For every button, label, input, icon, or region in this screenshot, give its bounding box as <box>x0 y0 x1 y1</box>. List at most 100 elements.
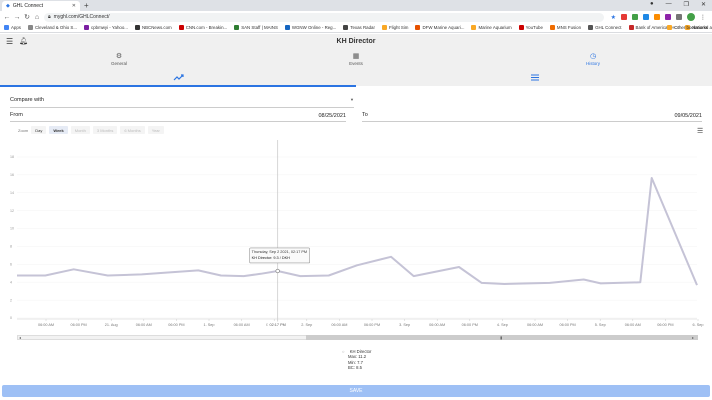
bookmark-item[interactable]: YouTube <box>518 25 543 30</box>
bookmark-item[interactable]: Marine Aquarium <box>471 25 512 30</box>
y-tick-label: 16 <box>10 173 14 177</box>
home-icon[interactable]: ⌂ <box>32 14 42 21</box>
x-tick-label: 06:00 AM <box>136 323 152 327</box>
x-tick-label: 2. Sep <box>301 323 312 327</box>
close-window-icon[interactable]: ✕ <box>701 1 706 8</box>
x-tick-label: 3. Sep <box>399 323 410 327</box>
bookmark-favicon-icon <box>471 25 477 30</box>
compare-with-select[interactable]: Compare with ▼ <box>10 97 354 103</box>
y-tick-label: 4 <box>10 280 12 284</box>
zoom-week-button[interactable]: Week <box>49 126 68 134</box>
close-tab-icon[interactable]: ✕ <box>72 3 76 9</box>
zoom-year-button[interactable]: Year <box>147 126 164 134</box>
puzzle-icon[interactable] <box>676 14 682 20</box>
zoom-6-months-button[interactable]: 6 Months <box>120 126 145 134</box>
other-bookmarks-label: Other bookmarks <box>674 25 708 30</box>
bookmark-favicon-icon <box>628 25 634 30</box>
tab-title: GHL Connect <box>12 3 43 9</box>
extension-icon[interactable] <box>643 14 649 20</box>
history-chart: 0 2 4 6 8 10 12 14 16 18 06:00 AM 06:00 PM 21. Aug 0… <box>10 140 703 328</box>
bookmark-item[interactable]: Flight Sim <box>381 25 408 30</box>
bookmark-favicon-icon <box>178 25 184 30</box>
bookmark-item[interactable]: Cleveland & Ohio S... <box>28 25 77 30</box>
to-date-input[interactable] <box>380 111 702 120</box>
bookmark-item[interactable]: GHL Connect <box>588 25 622 30</box>
zoom-bar: Zoom Day Week Month 3 Months 6 Months Ye… <box>18 126 164 134</box>
y-tick-label: 10 <box>10 227 14 231</box>
tab-chart-view[interactable] <box>172 72 186 82</box>
y-tick-label: 6 <box>10 263 12 267</box>
address-bar[interactable]: 🔒︎ myghl.com/GHLConnect/ <box>44 12 604 22</box>
bookmark-item[interactable]: WGNW Online - Reg... <box>284 25 337 30</box>
minimize-icon[interactable]: — <box>666 1 672 8</box>
scroll-left-arrow-icon[interactable]: ◂ <box>19 335 21 340</box>
bookmarks-bar: Apps Cleveland & Ohio S... cpbmwyi - Yahoo… <box>0 23 712 33</box>
bookmark-item[interactable]: DFW Marine Aquari... <box>415 25 464 30</box>
chart-menu-icon[interactable]: ☰ <box>697 127 703 135</box>
bookmark-item[interactable]: SAN Staff | MAINS <box>234 25 278 30</box>
extension-icon[interactable] <box>621 14 627 20</box>
list-icon <box>531 74 539 81</box>
extension-icon[interactable] <box>632 14 638 20</box>
bookmark-label: WGNW Online - Reg... <box>291 25 337 30</box>
chart-legend[interactable]: ○ KH Director Max: 11.2 Min: 7.7 BC: 8.5 <box>342 349 371 371</box>
ghl-favicon-icon: ◆ <box>6 3 10 9</box>
back-icon[interactable]: ← <box>2 14 12 21</box>
other-bookmarks[interactable]: Other bookmarks <box>667 25 708 30</box>
kebab-menu-icon[interactable]: ⋮ <box>700 14 706 21</box>
bookmark-item[interactable]: NBCNews.com <box>134 25 172 30</box>
star-icon[interactable]: ★ <box>611 14 616 21</box>
bookmark-favicon-icon <box>284 25 290 30</box>
tooltip-datetime: Thursday, Sep 2 2021, 02:17 PM <box>252 250 307 254</box>
history-subtabs <box>0 70 712 86</box>
bookmark-label: Texas Radar <box>350 25 375 30</box>
legend-marker-icon: ○ <box>342 349 345 354</box>
tooltip-value: KH Director: 9.3 / DKH <box>252 256 290 260</box>
zoom-day-button[interactable]: Day <box>31 126 47 134</box>
bookmark-item[interactable]: Apps <box>4 25 21 30</box>
extension-icon[interactable] <box>665 14 671 20</box>
x-tick-label: 06:00 AM <box>38 323 54 327</box>
tab-list-view[interactable] <box>528 72 542 82</box>
tab-history[interactable]: ◷ History <box>563 52 623 66</box>
lock-icon: 🔒︎ <box>48 14 51 20</box>
bookmark-favicon-icon <box>84 25 89 30</box>
scroll-right-arrow-icon[interactable]: ▸ <box>692 335 694 340</box>
maximize-icon[interactable]: ❐ <box>684 1 689 8</box>
tab-general[interactable]: ⚙ General <box>89 52 149 66</box>
x-tick-label: 06:00 AM <box>234 323 250 327</box>
bookmark-item[interactable]: cpbmwyi - Yahoo... <box>84 25 128 30</box>
avatar[interactable] <box>687 13 695 21</box>
scroll-handle-icon[interactable]: ▮ <box>500 335 502 340</box>
legend-series-name: KH Director <box>349 349 372 354</box>
extensions-area: ★ ⋮ <box>611 13 706 21</box>
save-button[interactable]: SAVE <box>2 385 710 397</box>
bookmark-favicon-icon <box>4 25 9 30</box>
bookmark-favicon-icon <box>134 25 140 30</box>
bookmark-item[interactable]: Texas Radar <box>343 25 375 30</box>
x-tick-label: 1. Sep <box>204 323 215 327</box>
new-tab-button[interactable]: + <box>84 1 89 10</box>
x-tick-label: 5. Sep <box>595 323 606 327</box>
zoom-label: Zoom <box>18 127 29 133</box>
zoom-3-months-button[interactable]: 3 Months <box>92 126 118 134</box>
bookmark-item[interactable]: MNS Fusion <box>549 25 581 30</box>
reload-icon[interactable]: ↻ <box>22 13 32 21</box>
y-tick-label: 2 <box>10 298 12 302</box>
bookmark-label: Marine Aquarium <box>478 25 512 30</box>
tab-events[interactable]: ▦ Events <box>326 52 386 66</box>
bookmark-item[interactable]: CNN.com - Breakin... <box>178 25 227 30</box>
bookmark-label: DFW Marine Aquari... <box>422 25 465 30</box>
x-tick-label: 4. Sep <box>497 323 508 327</box>
from-date-input[interactable] <box>40 111 346 120</box>
forward-icon[interactable]: → <box>12 14 22 21</box>
tab-history-label: History <box>585 61 600 66</box>
browser-tab[interactable]: ◆ GHL Connect ✕ <box>2 1 80 11</box>
zoom-month-button[interactable]: Month <box>70 126 90 134</box>
extension-icon[interactable] <box>654 14 660 20</box>
calendar-icon: ▦ <box>352 53 360 60</box>
bookmark-label: YouTube <box>525 25 543 30</box>
x-tick-label: 06:00 PM <box>168 323 184 327</box>
chart-hover-point <box>275 268 280 274</box>
profile-icon[interactable]: ● <box>650 1 654 8</box>
